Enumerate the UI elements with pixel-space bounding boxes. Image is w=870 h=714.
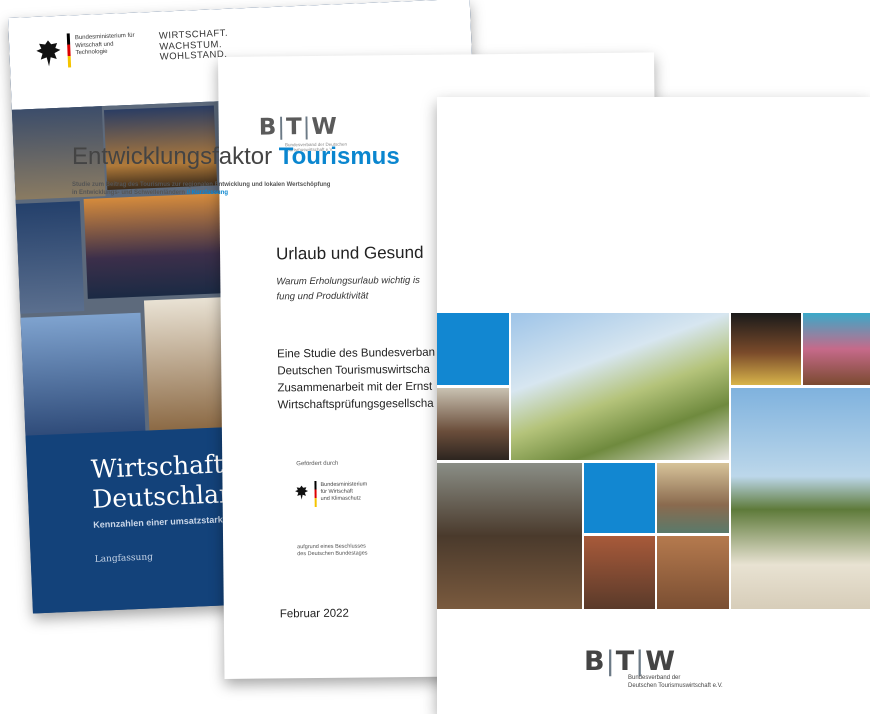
bundestag-resolution-note: aufgrund eines Beschlusses des Deutschen…: [297, 543, 407, 558]
logo-letter: T: [285, 114, 303, 141]
cover2-title: Urlaub und Gesund: [275, 242, 424, 264]
photo-traveler-camera: [511, 313, 729, 460]
btw-logo: B|T|W: [584, 646, 676, 677]
ministry-line: und Klimaschutz: [320, 495, 362, 502]
funded-by-label: Gefördert durch: [296, 460, 339, 468]
photo-girl-portrait: [657, 536, 729, 609]
photo-tile: [15, 201, 85, 314]
logo-letter: T: [615, 646, 636, 677]
photo-smiling-woman: [731, 313, 801, 385]
photo-palm-beach: [731, 388, 870, 609]
btw-logo-subtext: Bundesverband der Deutschen Tourismuswir…: [628, 675, 723, 690]
photo-man-portrait: [584, 536, 655, 609]
cover2-ministry-name: Bundesministerium für Wirtschaft und Kli…: [320, 481, 400, 503]
logo-letter: B: [258, 114, 278, 141]
cover3-title: Entwicklungsfaktor Tourismus: [72, 143, 400, 171]
title-bold: Tourismus: [278, 143, 400, 170]
logo-sub-line: Bundesverband der: [628, 675, 681, 681]
resolution-line: des Deutschen Bundestages: [297, 550, 368, 558]
blue-square: [437, 313, 509, 385]
logo-letter: W: [311, 113, 338, 141]
logo-divider: |: [302, 114, 312, 141]
photo-child-drinking-water: [437, 463, 582, 609]
logo-letter: B: [584, 646, 606, 677]
publication-date: Februar 2022: [279, 607, 349, 621]
photo-tile: [20, 312, 146, 438]
photo-sikh-man: [437, 388, 509, 460]
cover3-subtitle: Studie zum Beitrag des Tourismus zur reg…: [72, 181, 432, 197]
logo-divider: |: [605, 646, 616, 677]
photo-child-headscarf: [803, 313, 870, 385]
federal-eagle-icon: [36, 40, 61, 67]
subtitle-line: Studie zum Beitrag des Tourismus zur reg…: [72, 182, 331, 188]
btw-logo: B|T|W: [259, 114, 338, 141]
logo-divider: |: [635, 646, 646, 677]
logo-sub-line: Deutschen Tourismuswirtschaft e.V.: [628, 682, 723, 689]
subtitle-highlight: // Kurzfassung: [186, 190, 229, 196]
logo-letter: W: [645, 646, 677, 677]
photo-woman-hat: [657, 463, 729, 533]
blue-square: [584, 463, 655, 533]
subtitle-line: in Entwicklungs- und Schwellenländern //…: [72, 189, 432, 197]
cover1-ministry-name: Bundesministerium für Wirtschaft und Tec…: [74, 32, 135, 57]
title-plain: Entwicklungsfaktor: [72, 143, 273, 170]
federal-eagle-icon: [295, 485, 309, 500]
german-flag-stripe: [66, 33, 72, 68]
german-flag-stripe: [314, 480, 317, 508]
photo-tile: [83, 192, 238, 299]
subtitle-text: in Entwicklungs- und Schwellenländern: [72, 190, 186, 196]
cover3-photo-grid: [437, 313, 870, 609]
